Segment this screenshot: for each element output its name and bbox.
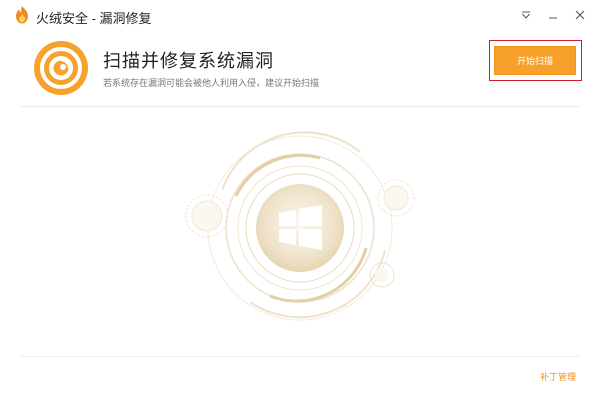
divider: [20, 106, 580, 107]
start-scan-button[interactable]: 开始扫描: [494, 46, 576, 75]
vulnerability-scan-icon: [34, 41, 88, 95]
title-bar: 火绒安全 - 漏洞修复: [0, 0, 600, 30]
close-icon[interactable]: [571, 6, 589, 24]
window-title: 火绒安全 - 漏洞修复: [36, 11, 152, 26]
divider: [20, 356, 580, 357]
page-subtitle: 若系统存在漏洞可能会被他人利用入侵，建议开始扫描: [103, 78, 320, 88]
page-title: 扫描并修复系统漏洞: [103, 51, 274, 71]
menu-icon[interactable]: [517, 6, 535, 24]
scan-illustration: [185, 131, 415, 321]
patch-management-link[interactable]: 补丁管理: [540, 370, 576, 383]
minimize-icon[interactable]: [544, 6, 562, 24]
scan-header: 扫描并修复系统漏洞 若系统存在漏洞可能会被他人利用入侵，建议开始扫描 开始扫描: [0, 30, 600, 106]
huorong-logo-icon: [16, 6, 28, 24]
